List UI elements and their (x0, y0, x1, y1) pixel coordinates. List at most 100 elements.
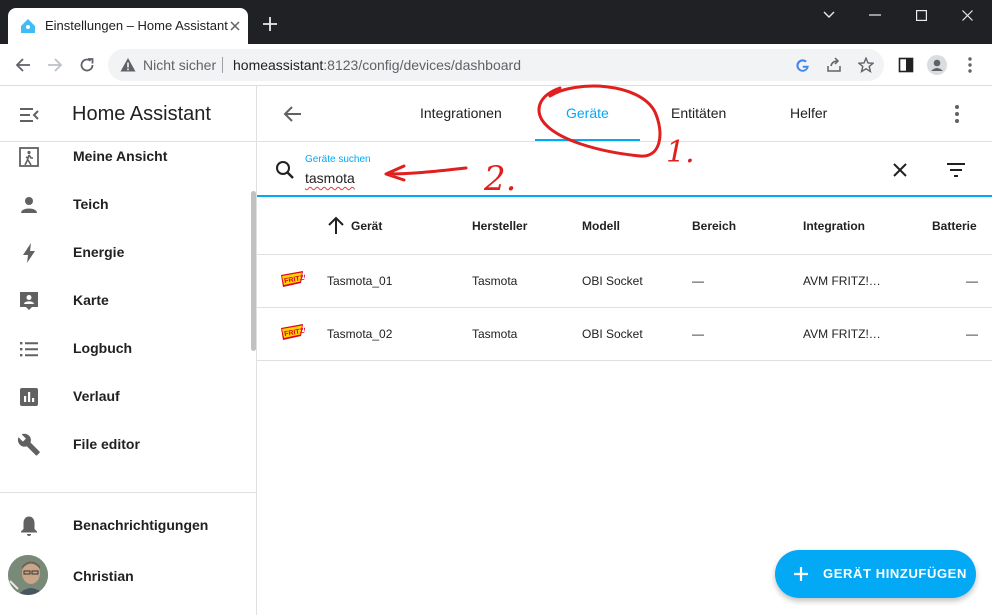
sidebar-item-file-editor[interactable]: File editor (0, 421, 250, 469)
plus-icon (794, 567, 808, 581)
person-icon (21, 197, 37, 213)
tab-close-icon[interactable] (226, 17, 244, 35)
menu-collapse-icon[interactable] (17, 103, 41, 127)
column-header-batterie[interactable]: Batterie (932, 219, 977, 233)
cell-integration: AVM FRITZ!… (803, 274, 881, 288)
browser-tab[interactable]: Einstellungen – Home Assistant (8, 8, 248, 44)
browser-menu-icon[interactable] (960, 55, 980, 75)
list-icon (20, 342, 38, 357)
add-device-label: GERÄT HINZUFÜGEN (823, 566, 967, 581)
bookmark-star-icon[interactable] (858, 57, 874, 73)
wrench-icon (17, 433, 40, 456)
overflow-menu-icon[interactable] (945, 102, 969, 126)
lightning-icon (23, 243, 35, 263)
cell-area: — (692, 274, 704, 288)
cell-battery: — (966, 327, 978, 341)
url-text[interactable]: homeassistant:8123/config/devices/dashbo… (233, 57, 521, 73)
sidebar-item-label: Benachrichtigungen (73, 517, 209, 533)
cell-device: Tasmota_02 (327, 327, 393, 341)
table-row[interactable]: FRITZ! Tasmota_01 Tasmota OBI Socket — A… (257, 255, 992, 308)
clear-icon[interactable] (888, 158, 912, 182)
sidebar-item-label: Meine Ansicht (73, 148, 168, 164)
home-assistant-favicon-icon (21, 19, 35, 33)
tab-search-chevron-icon[interactable] (806, 0, 852, 30)
config-topbar: Integrationen Geräte Entitäten Helfer (257, 86, 992, 142)
sidebar-item-logbuch[interactable]: Logbuch (0, 325, 250, 373)
sidebar-item-verlauf[interactable]: Verlauf (0, 373, 250, 421)
sidebar-item-label: Karte (73, 292, 109, 308)
column-header-bereich[interactable]: Bereich (692, 219, 736, 233)
map-account-icon (20, 292, 38, 310)
address-separator (222, 57, 223, 73)
minimize-icon[interactable] (852, 0, 898, 30)
search-input[interactable]: tasmota (305, 170, 355, 186)
sidebar-item-teich[interactable]: Teich (0, 181, 250, 229)
new-tab-plus-icon[interactable] (260, 14, 280, 34)
sort-ascending-icon[interactable] (325, 215, 347, 237)
google-translate-icon[interactable] (794, 57, 810, 73)
cell-manufacturer: Tasmota (472, 274, 518, 288)
sidebar-scrollbar[interactable] (251, 191, 256, 351)
table-header: Gerät Hersteller Modell Bereich Integrat… (257, 199, 992, 255)
fritz-logo-icon: FRITZ! (281, 324, 305, 340)
sidebar-title: Home Assistant (72, 103, 211, 125)
side-panel-icon[interactable] (896, 55, 916, 75)
search-field[interactable]: Geräte suchen tasmota (257, 143, 992, 197)
search-icon (276, 161, 294, 179)
sidebar-item-meine-ansicht[interactable]: Meine Ansicht (0, 133, 250, 181)
url-host: homeassistant (233, 57, 324, 73)
maximize-icon[interactable] (898, 0, 944, 30)
sidebar-item-label: File editor (73, 436, 140, 452)
bell-icon (21, 516, 37, 536)
cell-device: Tasmota_01 (327, 274, 393, 288)
avatar[interactable] (8, 555, 48, 595)
column-header-modell[interactable]: Modell (582, 219, 620, 233)
sidebar-item-label: Energie (73, 244, 125, 260)
fritz-logo-icon: FRITZ! (281, 271, 305, 287)
sidebar-item-label: Teich (73, 196, 109, 212)
url-path: :8123/config/devices/dashboard (323, 57, 521, 73)
cell-area: — (692, 327, 704, 341)
browser-toolbar: Nicht sicher homeassistant:8123/config/d… (0, 44, 992, 86)
search-label: Geräte suchen (305, 154, 371, 165)
cell-manufacturer: Tasmota (472, 327, 518, 341)
security-status[interactable]: Nicht sicher (143, 57, 216, 73)
tab-entitaeten[interactable]: Entitäten (671, 105, 726, 121)
sidebar-item-label: Logbuch (73, 340, 133, 356)
sidebar-item-karte[interactable]: Karte (0, 277, 250, 325)
add-device-button[interactable]: GERÄT HINZUFÜGEN (775, 550, 976, 598)
back-arrow-icon[interactable] (281, 102, 305, 126)
column-header-integration[interactable]: Integration (803, 219, 865, 233)
person-walking-icon (19, 147, 39, 167)
chart-icon (20, 388, 38, 406)
sidebar-item-energie[interactable]: Energie (0, 229, 250, 277)
sidebar-item-label: Verlauf (73, 388, 120, 404)
main-content: Integrationen Geräte Entitäten Helfer Ge… (257, 86, 992, 615)
user-name[interactable]: Christian (73, 568, 134, 584)
tab-helfer[interactable]: Helfer (790, 105, 827, 121)
table-row[interactable]: FRITZ! Tasmota_02 Tasmota OBI Socket — A… (257, 308, 992, 361)
browser-back-icon[interactable] (10, 52, 36, 78)
cell-model: OBI Socket (582, 327, 643, 341)
browser-titlebar: Einstellungen – Home Assistant (0, 0, 992, 44)
sidebar-divider (0, 492, 256, 493)
sidebar: Home Assistant Meine Ansicht Teich Energ… (0, 86, 257, 615)
close-window-icon[interactable] (944, 0, 990, 30)
browser-forward-icon[interactable] (42, 52, 68, 78)
active-tab-indicator (535, 139, 640, 141)
profile-icon[interactable] (927, 55, 947, 75)
cell-model: OBI Socket (582, 274, 643, 288)
tab-integrationen[interactable]: Integrationen (420, 105, 502, 121)
column-header-geraet[interactable]: Gerät (351, 219, 382, 233)
filter-icon[interactable] (944, 158, 968, 182)
warning-icon[interactable] (120, 57, 136, 73)
sidebar-item-notifications[interactable]: Benachrichtigungen (0, 502, 250, 550)
cell-integration: AVM FRITZ!… (803, 327, 881, 341)
reload-icon[interactable] (74, 52, 100, 78)
column-header-hersteller[interactable]: Hersteller (472, 219, 527, 233)
tab-title: Einstellungen – Home Assistant (45, 18, 228, 33)
share-icon[interactable] (826, 57, 842, 73)
cell-battery: — (966, 274, 978, 288)
address-bar[interactable]: Nicht sicher homeassistant:8123/config/d… (108, 49, 884, 81)
tab-geraete[interactable]: Geräte (566, 105, 609, 121)
